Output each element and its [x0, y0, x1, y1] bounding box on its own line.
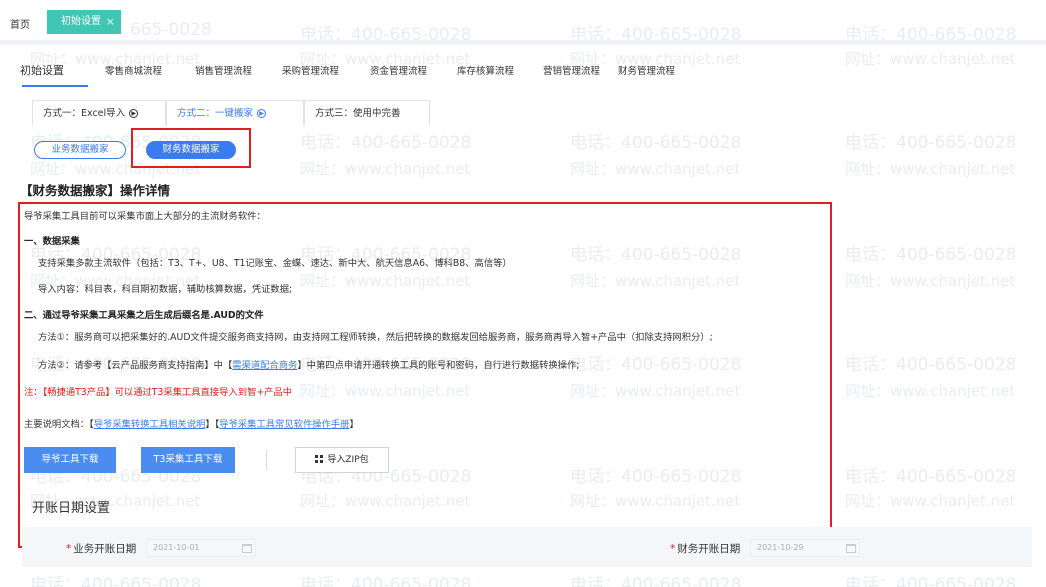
method-tab-label: 方式三：使用中完善	[315, 108, 401, 119]
business-date-input[interactable]: 2021-10-01	[146, 539, 256, 557]
flow-tab-finance[interactable]: 财务管理流程	[618, 63, 675, 77]
date-settings-area: * 业务开账日期 2021-10-01 * 财务开账日期 2021-10-29	[22, 527, 1032, 567]
play-icon: ▶	[129, 109, 139, 118]
section-title: 一、数据采集	[24, 236, 80, 247]
divider	[266, 450, 267, 470]
method-tab-one-click[interactable]: 方式二：一键搬家 ▶	[166, 100, 304, 126]
play-icon: ▶	[257, 109, 267, 118]
section-title: 二、通过导爷采集工具采集之后生成后缀名是.AUD的文件	[24, 310, 264, 321]
import-zip-button[interactable]: 导入ZIP包	[295, 447, 389, 473]
business-data-button[interactable]: 业务数据搬家	[34, 141, 126, 159]
calendar-icon[interactable]	[846, 544, 856, 553]
flow-tab-marketing[interactable]: 营销管理流程	[543, 63, 600, 77]
doc-link-manual[interactable]: 导爷采集工具常见软件操作手册	[219, 419, 349, 430]
channel-commerce-link[interactable]: 需渠道配合商务	[232, 360, 297, 371]
grid-icon	[315, 454, 324, 463]
method-tab-label: 方式二：一键搬家	[177, 108, 254, 119]
flow-tab-inventory[interactable]: 库存核算流程	[457, 63, 514, 77]
doc-link-tool-notes[interactable]: 导爷采集转换工具相关说明	[94, 419, 206, 430]
download-tool-button[interactable]: 导爷工具下载	[24, 447, 116, 473]
top-tab-strip: 首页 初始设置 × 665-0028 电话：400-665-0028 电话：40…	[0, 0, 1046, 45]
method-tab-in-use[interactable]: 方式三：使用中完善	[304, 100, 430, 126]
import-content-text: 导入内容：科目表，科目期初数据，辅助核算数据，凭证数据;	[38, 284, 293, 295]
tab-label: 初始设置	[61, 16, 101, 27]
download-t3-tool-button[interactable]: T3采集工具下载	[141, 447, 235, 473]
support-text: 支持采集多款主流软件（包括：T3、T+、U8、T1记账宝、金蝶、速达、新中大、航…	[38, 258, 512, 269]
finance-date-input[interactable]: 2021-10-29	[750, 539, 860, 557]
finance-date-label: * 财务开账日期	[670, 543, 741, 555]
highlight-box	[131, 128, 251, 168]
highlight-box	[18, 202, 832, 548]
separator-bar	[0, 40, 1046, 45]
method1-text: 方法①：服务商可以把采集好的.AUD文件提交服务商支持网，由支持网工程师转换，然…	[38, 332, 713, 343]
section-title: 开账日期设置	[32, 501, 111, 516]
flow-tab-purchase[interactable]: 采购管理流程	[282, 63, 339, 77]
flow-tab-initial[interactable]: 初始设置	[20, 62, 64, 78]
tab-home[interactable]: 首页	[10, 16, 30, 31]
main-panel: 初始设置 零售商城流程 销售管理流程 采购管理流程 资金管理流程 库存核算流程 …	[10, 45, 1046, 587]
flow-tab-retail[interactable]: 零售商城流程	[105, 63, 162, 77]
flow-tab-funds[interactable]: 资金管理流程	[370, 63, 427, 77]
business-date-label: * 业务开账日期	[66, 543, 137, 555]
method2-text: 方法②：请参考【云产品服务商支持指南】中【需渠道配合商务】中第四点申请开通转换工…	[38, 360, 580, 371]
flow-tab-sales[interactable]: 销售管理流程	[195, 63, 252, 77]
tab-initial-settings[interactable]: 初始设置 ×	[47, 10, 121, 34]
watermark-text: 665-0028	[130, 20, 212, 40]
method-tab-label: 方式一：Excel导入	[43, 108, 126, 119]
active-tab-indicator	[22, 85, 88, 87]
close-icon[interactable]: ×	[106, 10, 115, 34]
method-tab-excel[interactable]: 方式一：Excel导入 ▶	[32, 100, 166, 126]
intro-text: 导爷采集工具目前可以采集市面上大部分的主流财务软件：	[24, 211, 266, 222]
note-text: 注：【畅捷通T3产品】可以通过T3采集工具直接导入到智+产品中	[24, 387, 293, 398]
calendar-icon[interactable]	[242, 544, 252, 553]
page-title: 【财务数据搬家】操作详情	[20, 183, 171, 198]
docs-text: 主要说明文档：【导爷采集转换工具相关说明】【导爷采集工具常见软件操作手册】	[24, 419, 359, 430]
